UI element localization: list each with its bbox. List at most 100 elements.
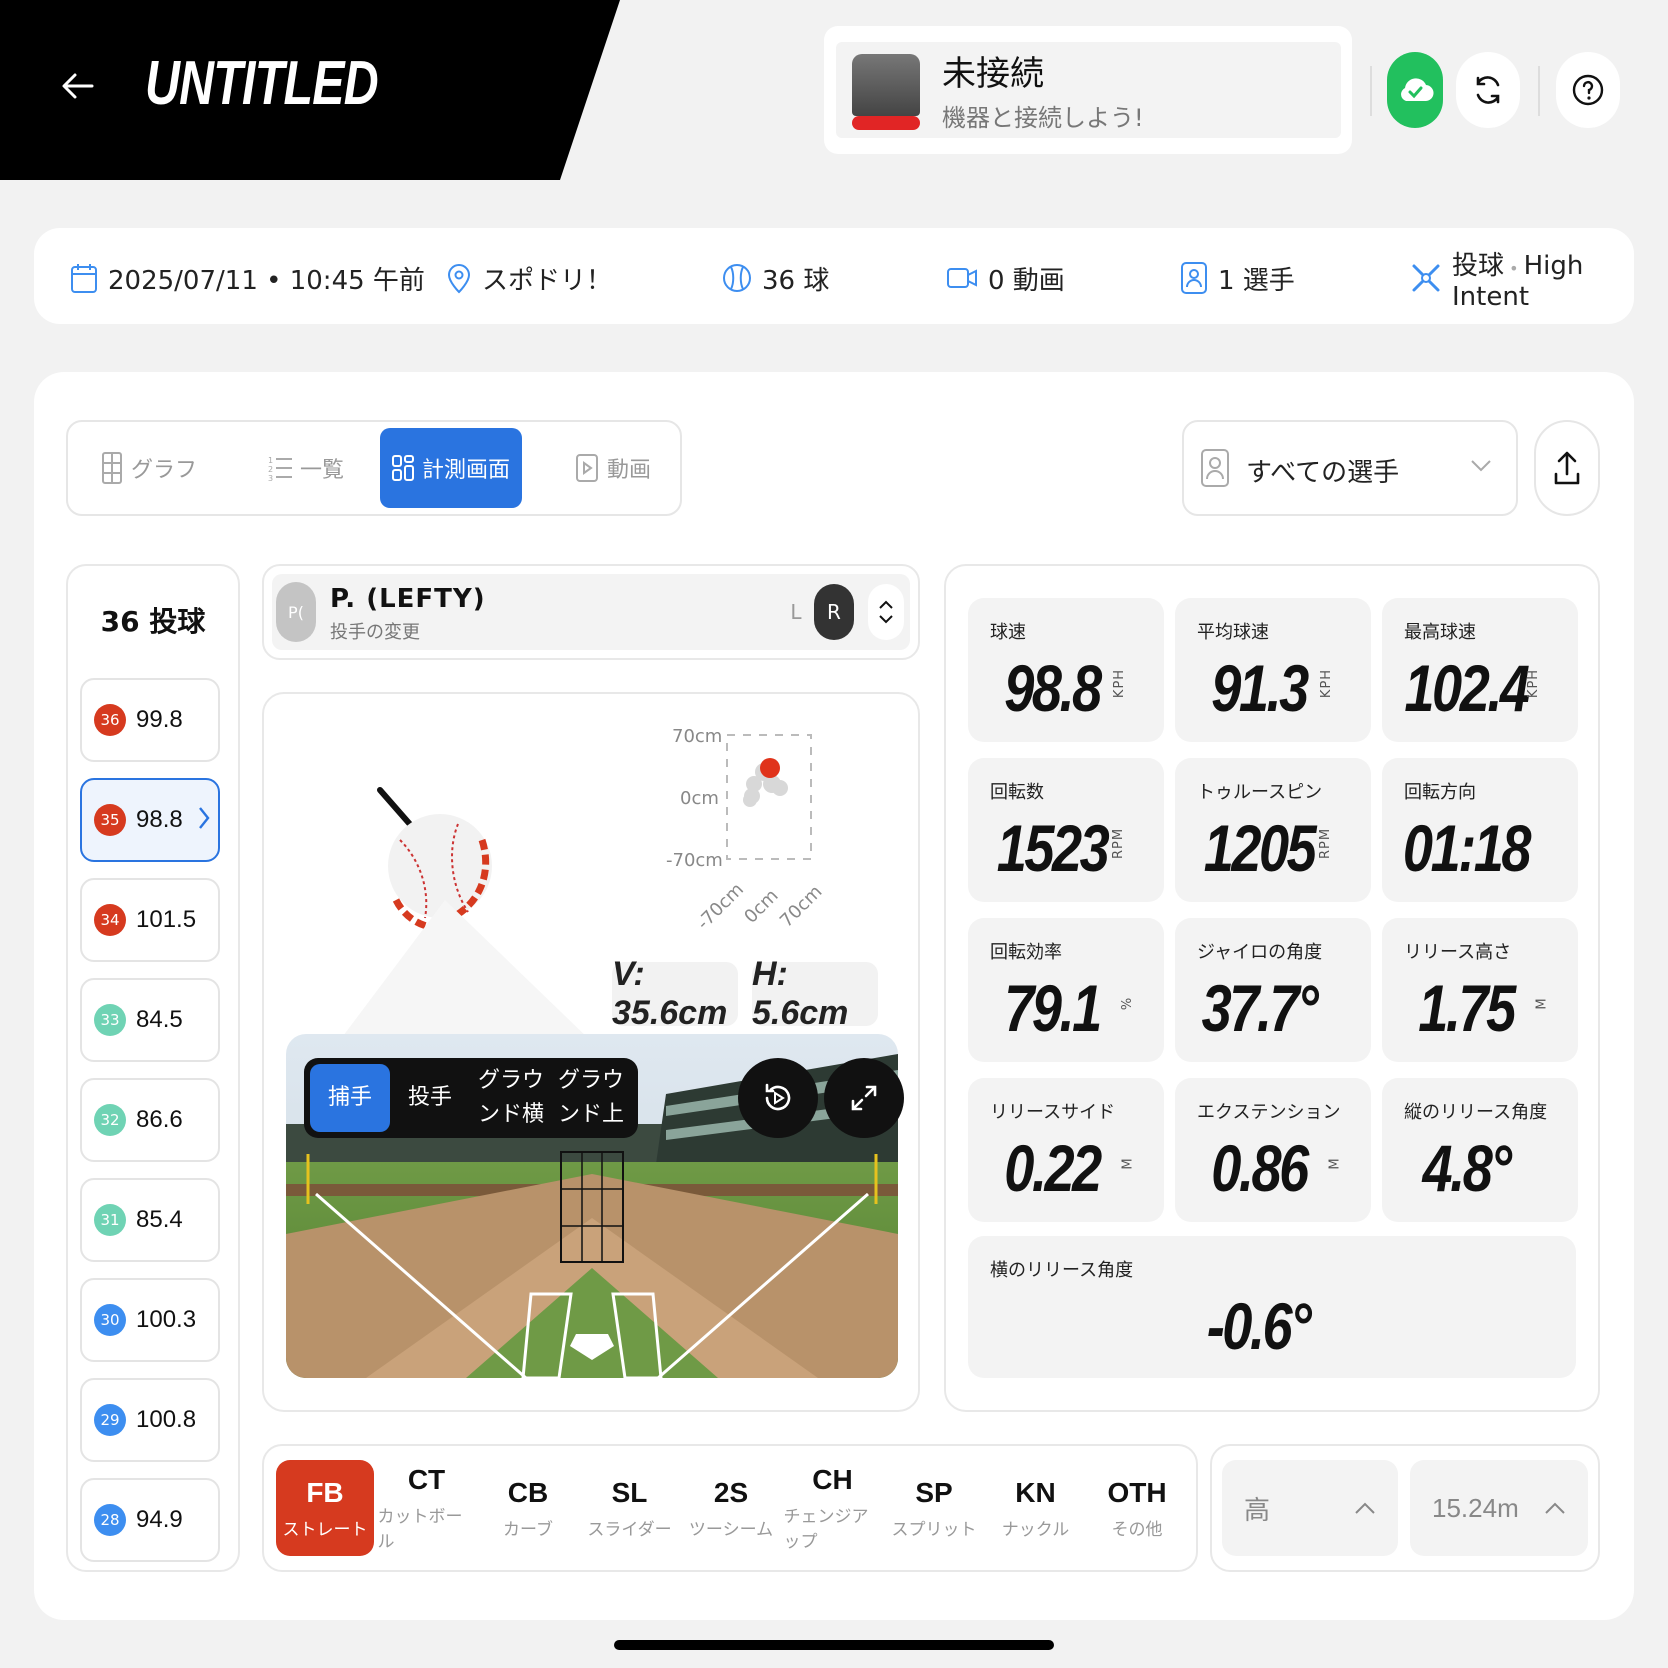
help-icon[interactable] (1556, 52, 1620, 128)
metric-label: 縦のリリース角度 (1404, 1102, 1548, 1123)
metric-card[interactable]: 横のリリース角度 -0.6° (968, 1236, 1576, 1378)
pitch-speed: 101.5 (136, 906, 197, 933)
metric-label: 回転方向 (1404, 782, 1476, 803)
metric-card[interactable]: 回転方向 01:18 (1382, 758, 1578, 902)
list-icon: 123 (268, 456, 292, 481)
pitch-type-oth[interactable]: OTH その他 (1088, 1460, 1186, 1556)
pitch-number-badge: 34 (94, 904, 126, 936)
tab-graph[interactable]: グラフ (96, 428, 202, 508)
metric-value: 102.4 (1404, 651, 1530, 725)
pitch-type-code: CT (407, 1464, 446, 1495)
metric-label: リリース高さ (1404, 942, 1512, 963)
hand-left-toggle[interactable]: L (778, 594, 814, 630)
metric-value: 98.8 (1004, 651, 1102, 725)
player-filter-label: すべての選手 (1246, 458, 1400, 488)
metric-card[interactable]: ジャイロの角度 37.7° (1175, 918, 1371, 1062)
svg-text:2: 2 (268, 465, 273, 474)
metric-label: 最高球速 (1404, 622, 1476, 643)
metric-unit: M (1327, 1157, 1343, 1170)
pitch-type-cb[interactable]: CB カーブ (479, 1460, 577, 1556)
metric-unit: KPH (1318, 668, 1334, 699)
tab-video[interactable]: 動画 (568, 428, 658, 508)
pitch-type-code: OTH (1107, 1476, 1167, 1508)
view-ground-side[interactable]: グラウ ンド横 (476, 1064, 546, 1132)
tab-list[interactable]: 123 一覧 (256, 428, 356, 508)
metric-label: 回転数 (990, 782, 1044, 803)
tab-dashboard[interactable]: 計測画面 (380, 428, 522, 508)
release-cone (340, 900, 590, 1040)
pitch-number-badge: 33 (94, 1004, 126, 1036)
device-icon (852, 54, 920, 116)
metric-card[interactable]: 平均球速 91.3 KPH (1175, 598, 1371, 742)
view-catcher[interactable]: 捕手 (310, 1064, 390, 1132)
change-pitcher-link[interactable]: 投手の変更 (330, 618, 420, 644)
metric-card[interactable]: エクステンション 0.86 M (1175, 1078, 1371, 1222)
pitch-type-kn[interactable]: KN ナックル (987, 1460, 1085, 1556)
pitch-type-sp[interactable]: SP スプリット (885, 1460, 983, 1556)
pitch-list-item[interactable]: 35 98.8 (80, 778, 220, 862)
pitch-type-ch[interactable]: CH チェンジアップ (784, 1460, 882, 1556)
pitch-type-ct[interactable]: CT カットボール (378, 1460, 476, 1556)
metric-value: 4.8° (1422, 1131, 1512, 1205)
pitch-type-name: ストレート (282, 1519, 368, 1540)
replay-icon[interactable] (738, 1058, 818, 1138)
pitch-type-name: その他 (1111, 1519, 1163, 1540)
metric-card[interactable]: トゥルースピン 1205 RPM (1175, 758, 1371, 902)
info-location: スポドリ！ (446, 258, 612, 298)
refresh-icon[interactable] (1456, 52, 1520, 128)
pitch-type-code: SP (915, 1476, 953, 1508)
strike-zone-plot (726, 734, 812, 860)
export-icon[interactable] (1534, 420, 1600, 516)
metric-unit: % (1119, 996, 1135, 1011)
pitch-list-item[interactable]: 29 100.8 (80, 1378, 220, 1462)
pitch-type-name: ナックル (1001, 1519, 1070, 1540)
pitch-speed: 85.4 (136, 1206, 183, 1233)
metric-card[interactable]: 最高球速 102.4 KPH (1382, 598, 1578, 742)
metric-card[interactable]: 縦のリリース角度 4.8° (1382, 1078, 1578, 1222)
view-ground-top[interactable]: グラウ ンド上 (556, 1064, 626, 1132)
avatar: P( (276, 582, 316, 642)
disconnected-indicator (852, 116, 920, 130)
updown-chevron-icon[interactable] (868, 584, 904, 640)
cloud-sync-icon[interactable] (1387, 52, 1443, 128)
connection-status: 未接続 (942, 54, 1044, 94)
distance-selector[interactable]: 15.24m (1410, 1460, 1588, 1556)
pitch-type-fb[interactable]: FB ストレート (276, 1460, 374, 1556)
metric-card[interactable]: リリースサイド 0.22 M (968, 1078, 1164, 1222)
pitch-number-badge: 31 (94, 1204, 126, 1236)
pitch-list-item[interactable]: 36 99.8 (80, 678, 220, 762)
hand-right-toggle[interactable]: R (814, 584, 854, 640)
dashboard-icon (391, 455, 414, 481)
pitch-list-item[interactable]: 28 94.9 (80, 1478, 220, 1562)
height-selector[interactable]: 高 (1222, 1460, 1398, 1556)
info-mode: 投球 • High Intent (1410, 251, 1668, 312)
svg-text:3: 3 (268, 474, 273, 481)
pitch-type-sl[interactable]: SL スライダー (581, 1460, 679, 1556)
session-title[interactable]: UNTITLED (145, 48, 379, 119)
pitch-type-2s[interactable]: 2S ツーシーム (682, 1460, 780, 1556)
view-pitcher[interactable]: 投手 (394, 1064, 466, 1132)
metric-card[interactable]: 回転数 1523 RPM (968, 758, 1164, 902)
metric-value: 1.75 (1418, 971, 1516, 1045)
horizontal-break: H: 5.6cm (752, 955, 878, 1032)
pitch-type-name: チェンジアップ (783, 1507, 869, 1552)
pitch-list-item[interactable]: 31 85.4 (80, 1178, 220, 1262)
pitch-list-item[interactable]: 32 86.6 (80, 1078, 220, 1162)
pitch-list-item[interactable]: 30 100.3 (80, 1278, 220, 1362)
metric-card[interactable]: 回転効率 79.1% (968, 918, 1164, 1062)
pitch-speed: 98.8 (136, 806, 183, 833)
arrow-left-icon[interactable] (58, 66, 98, 106)
location-pin-icon (447, 264, 471, 294)
pitch-list-item[interactable]: 34 101.5 (80, 878, 220, 962)
info-balls: 36 球 (722, 258, 829, 298)
metric-label: エクステンション (1197, 1102, 1341, 1123)
zone-y-bot: -70cm (666, 850, 723, 871)
pitch-list-item[interactable]: 33 84.5 (80, 978, 220, 1062)
metric-card[interactable]: リリース高さ 1.75 M (1382, 918, 1578, 1062)
fullscreen-icon[interactable] (824, 1058, 904, 1138)
player-card-icon (1181, 262, 1207, 294)
pitch-speed: 99.8 (136, 706, 183, 733)
metric-card[interactable]: 球速 98.8 KPH (968, 598, 1164, 742)
pitch-list-title: 36 投球 (100, 605, 206, 638)
pitch-number-badge: 36 (94, 704, 126, 736)
